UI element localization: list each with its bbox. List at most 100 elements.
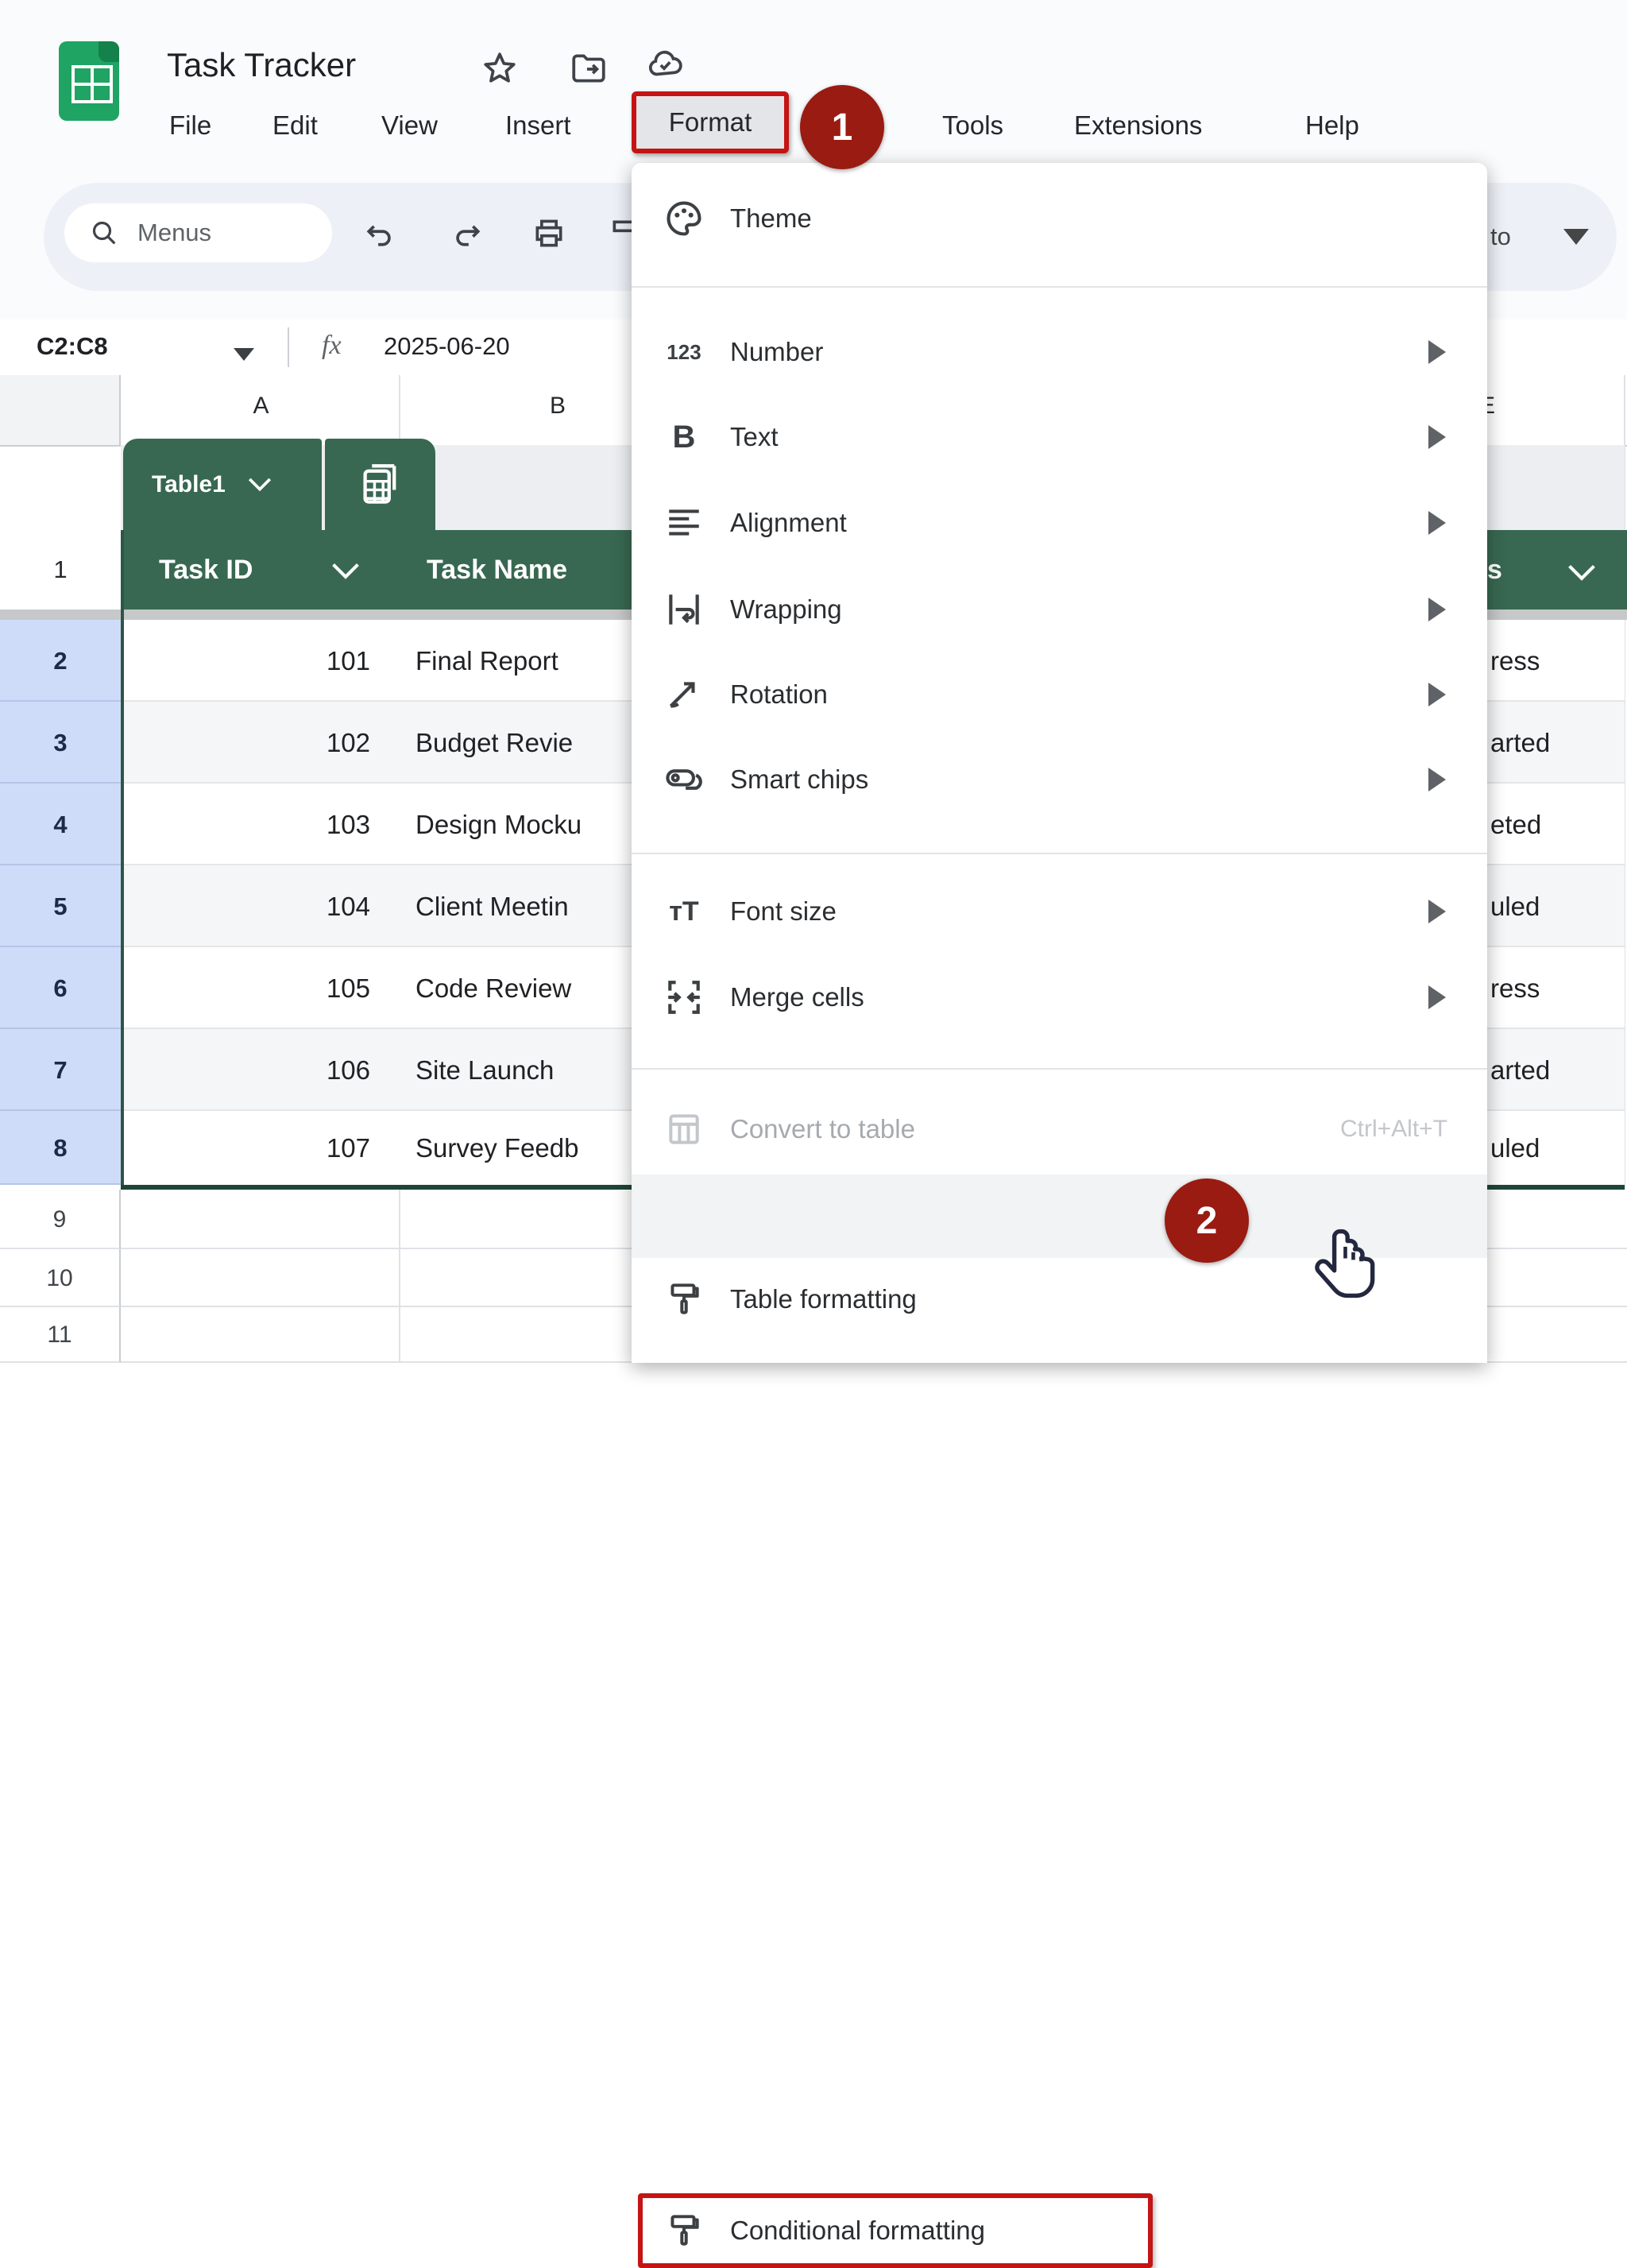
step-badge-2: 2: [1165, 1179, 1249, 1263]
move-folder-icon[interactable]: [569, 49, 609, 89]
row-header-1[interactable]: 1: [0, 530, 121, 610]
menubar-item-extensions[interactable]: Extensions: [1074, 103, 1202, 148]
submenu-arrow-icon: [1428, 425, 1446, 449]
format-label: Format: [669, 107, 752, 137]
menu-item-smart-chips[interactable]: Smart chips: [632, 741, 1487, 818]
menu-item-alignment[interactable]: Alignment: [632, 485, 1487, 561]
cell-status-fragment[interactable]: arted: [1490, 1029, 1550, 1111]
column-header-a[interactable]: A: [123, 393, 399, 420]
chevron-down-icon[interactable]: [1565, 563, 1598, 582]
search-label: Menus: [137, 219, 211, 247]
table-name-chip[interactable]: Table1: [123, 439, 322, 531]
menu-divider: [632, 286, 1487, 288]
logo-grid-icon: [71, 65, 113, 103]
menu-item-convert-to-table: Convert to table Ctrl+Alt+T: [632, 1091, 1487, 1167]
hand-cursor-icon: [1307, 1224, 1386, 1311]
cell-task-name[interactable]: Final Report: [415, 620, 558, 702]
logo-fold: [99, 41, 119, 62]
row-header[interactable]: 2: [0, 620, 121, 702]
menubar-item-format[interactable]: Format: [632, 91, 789, 153]
menu-item-number[interactable]: 123 Number: [632, 314, 1487, 390]
menu-item-rotation[interactable]: Rotation: [632, 656, 1487, 733]
menubar-item-view[interactable]: View: [381, 103, 438, 148]
zoom-dropdown-arrow-icon[interactable]: [1563, 229, 1589, 245]
cell-task-name[interactable]: Code Review: [415, 947, 571, 1029]
table-icon: [662, 1107, 706, 1151]
cell-task-id[interactable]: 104: [327, 865, 370, 947]
formula-value[interactable]: 2025-06-20: [384, 332, 510, 361]
menubar-item-tools[interactable]: Tools: [942, 103, 1003, 148]
menu-item-theme[interactable]: Theme: [632, 180, 1487, 257]
row-header[interactable]: 5: [0, 865, 121, 947]
submenu-arrow-icon: [1428, 768, 1446, 791]
menubar-item-file[interactable]: File: [169, 103, 211, 148]
row-header[interactable]: 7: [0, 1029, 121, 1111]
cell-task-name[interactable]: Design Mocku: [415, 784, 582, 865]
cell-status-fragment[interactable]: arted: [1490, 702, 1550, 784]
row-header[interactable]: 11: [0, 1307, 121, 1363]
table-left-border: [121, 530, 124, 1189]
menubar-item-help[interactable]: Help: [1305, 103, 1359, 148]
row-header[interactable]: 9: [0, 1190, 121, 1249]
sheets-logo[interactable]: [59, 41, 119, 121]
header-status-fragment: s: [1487, 530, 1502, 610]
cell-task-name[interactable]: Survey Feedb: [415, 1111, 578, 1185]
cloud-saved-icon[interactable]: [645, 45, 685, 84]
format-menu: Theme 123 Number B Text Alignment Wrappi…: [632, 163, 1487, 1363]
cell-status-fragment[interactable]: eted: [1490, 784, 1541, 865]
document-title[interactable]: Task Tracker: [167, 46, 356, 84]
star-icon[interactable]: [480, 49, 520, 89]
cell-task-id[interactable]: 107: [327, 1111, 370, 1185]
cell-task-id[interactable]: 102: [327, 702, 370, 784]
cell-task-id[interactable]: 103: [327, 784, 370, 865]
name-box-dropdown-icon[interactable]: [234, 348, 254, 361]
menu-item-wrapping[interactable]: Wrapping: [632, 571, 1487, 648]
cell-task-name[interactable]: Client Meetin: [415, 865, 569, 947]
cell-task-id[interactable]: 101: [327, 620, 370, 702]
submenu-arrow-icon: [1428, 985, 1446, 1009]
search-menus-button[interactable]: Menus: [64, 203, 332, 262]
palette-icon: [662, 196, 706, 241]
gridline: [399, 1190, 400, 1363]
cell-status-fragment[interactable]: uled: [1490, 1111, 1540, 1185]
cell-task-id[interactable]: 106: [327, 1029, 370, 1111]
chevron-down-icon[interactable]: [329, 562, 362, 581]
print-icon[interactable]: [531, 216, 566, 251]
smart-chips-icon: [662, 757, 706, 802]
select-all-corner[interactable]: [0, 375, 121, 445]
header-task-name[interactable]: Task Name: [427, 530, 567, 610]
step-badge-1: 1: [800, 85, 884, 169]
rotation-icon: [662, 672, 706, 717]
menubar-item-insert[interactable]: Insert: [505, 103, 571, 148]
submenu-arrow-icon: [1428, 598, 1446, 621]
cell-status-fragment[interactable]: ress: [1490, 620, 1540, 702]
wrapping-icon: [662, 587, 706, 632]
chevron-down-icon: [246, 476, 273, 493]
row-header[interactable]: 6: [0, 947, 121, 1029]
table-tools-chip[interactable]: [325, 439, 435, 531]
cell-task-id[interactable]: 105: [327, 947, 370, 1029]
menu-item-font-size[interactable]: ᴛT Font size: [632, 873, 1487, 950]
bold-b-icon: B: [662, 415, 706, 459]
row-header[interactable]: 3: [0, 702, 121, 784]
menubar-item-edit[interactable]: Edit: [272, 103, 318, 148]
row-header[interactable]: 4: [0, 784, 121, 865]
submenu-arrow-icon: [1428, 683, 1446, 706]
cell-status-fragment[interactable]: uled: [1490, 865, 1540, 947]
merge-cells-icon: [662, 975, 706, 1020]
cell-task-name[interactable]: Budget Revie: [415, 702, 573, 784]
font-size-icon: ᴛT: [662, 889, 706, 934]
menu-item-text[interactable]: B Text: [632, 399, 1487, 475]
number-123-icon: 123: [662, 330, 706, 374]
header-task-id[interactable]: Task ID: [159, 530, 253, 610]
name-box[interactable]: C2:C8: [37, 332, 108, 361]
zoom-select[interactable]: to: [1490, 213, 1511, 261]
gridline: [399, 375, 400, 445]
cell-task-name[interactable]: Site Launch: [415, 1029, 554, 1111]
redo-icon[interactable]: [450, 216, 485, 251]
undo-icon[interactable]: [362, 216, 397, 251]
row-header[interactable]: 10: [0, 1249, 121, 1307]
menu-item-merge-cells[interactable]: Merge cells: [632, 959, 1487, 1035]
row-header[interactable]: 8: [0, 1111, 121, 1185]
cell-status-fragment[interactable]: ress: [1490, 947, 1540, 1029]
